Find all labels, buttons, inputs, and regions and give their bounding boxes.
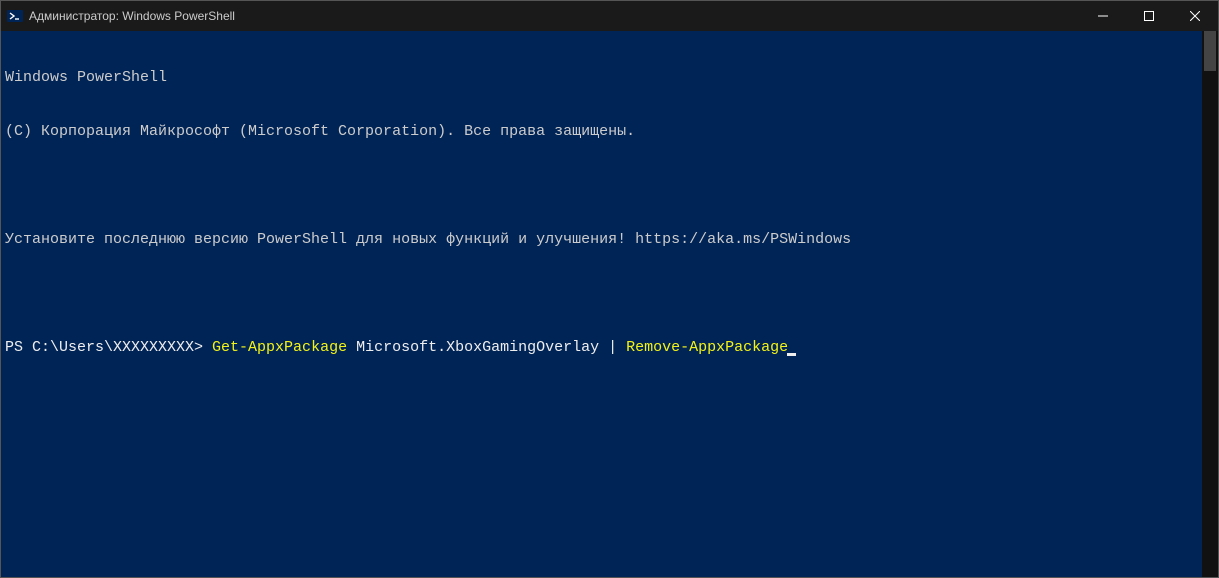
terminal-area[interactable]: Windows PowerShell (C) Корпорация Майкро… (1, 31, 1218, 577)
minimize-icon (1098, 11, 1108, 21)
header-line-1: Windows PowerShell (5, 69, 1214, 87)
close-icon (1190, 11, 1200, 21)
prompt-line: PS C:\Users\XXXXXXXXX> Get-AppxPackage M… (5, 339, 1214, 357)
window-controls (1080, 1, 1218, 31)
powershell-icon (7, 8, 23, 24)
minimize-button[interactable] (1080, 1, 1126, 31)
window-title: Администратор: Windows PowerShell (29, 9, 235, 23)
header-line-2: (C) Корпорация Майкрософт (Microsoft Cor… (5, 123, 1214, 141)
notice-line: Установите последнюю версию PowerShell д… (5, 231, 1214, 249)
maximize-icon (1144, 11, 1154, 21)
cmd-arg: Microsoft.XboxGamingOverlay (347, 339, 608, 356)
prompt-text: PS C:\Users\XXXXXXXXX> (5, 339, 212, 356)
blank-line-2 (5, 285, 1214, 303)
scrollbar-thumb[interactable] (1204, 31, 1216, 71)
powershell-window: Администратор: Windows PowerShell (0, 0, 1219, 578)
cursor (787, 353, 796, 356)
cmd-remove: Remove-AppxPackage (617, 339, 788, 356)
close-button[interactable] (1172, 1, 1218, 31)
cmd-pipe: | (608, 339, 617, 356)
cmd-get: Get-AppxPackage (212, 339, 347, 356)
blank-line-1 (5, 177, 1214, 195)
vertical-scrollbar[interactable] (1202, 31, 1218, 577)
titlebar[interactable]: Администратор: Windows PowerShell (1, 1, 1218, 31)
maximize-button[interactable] (1126, 1, 1172, 31)
